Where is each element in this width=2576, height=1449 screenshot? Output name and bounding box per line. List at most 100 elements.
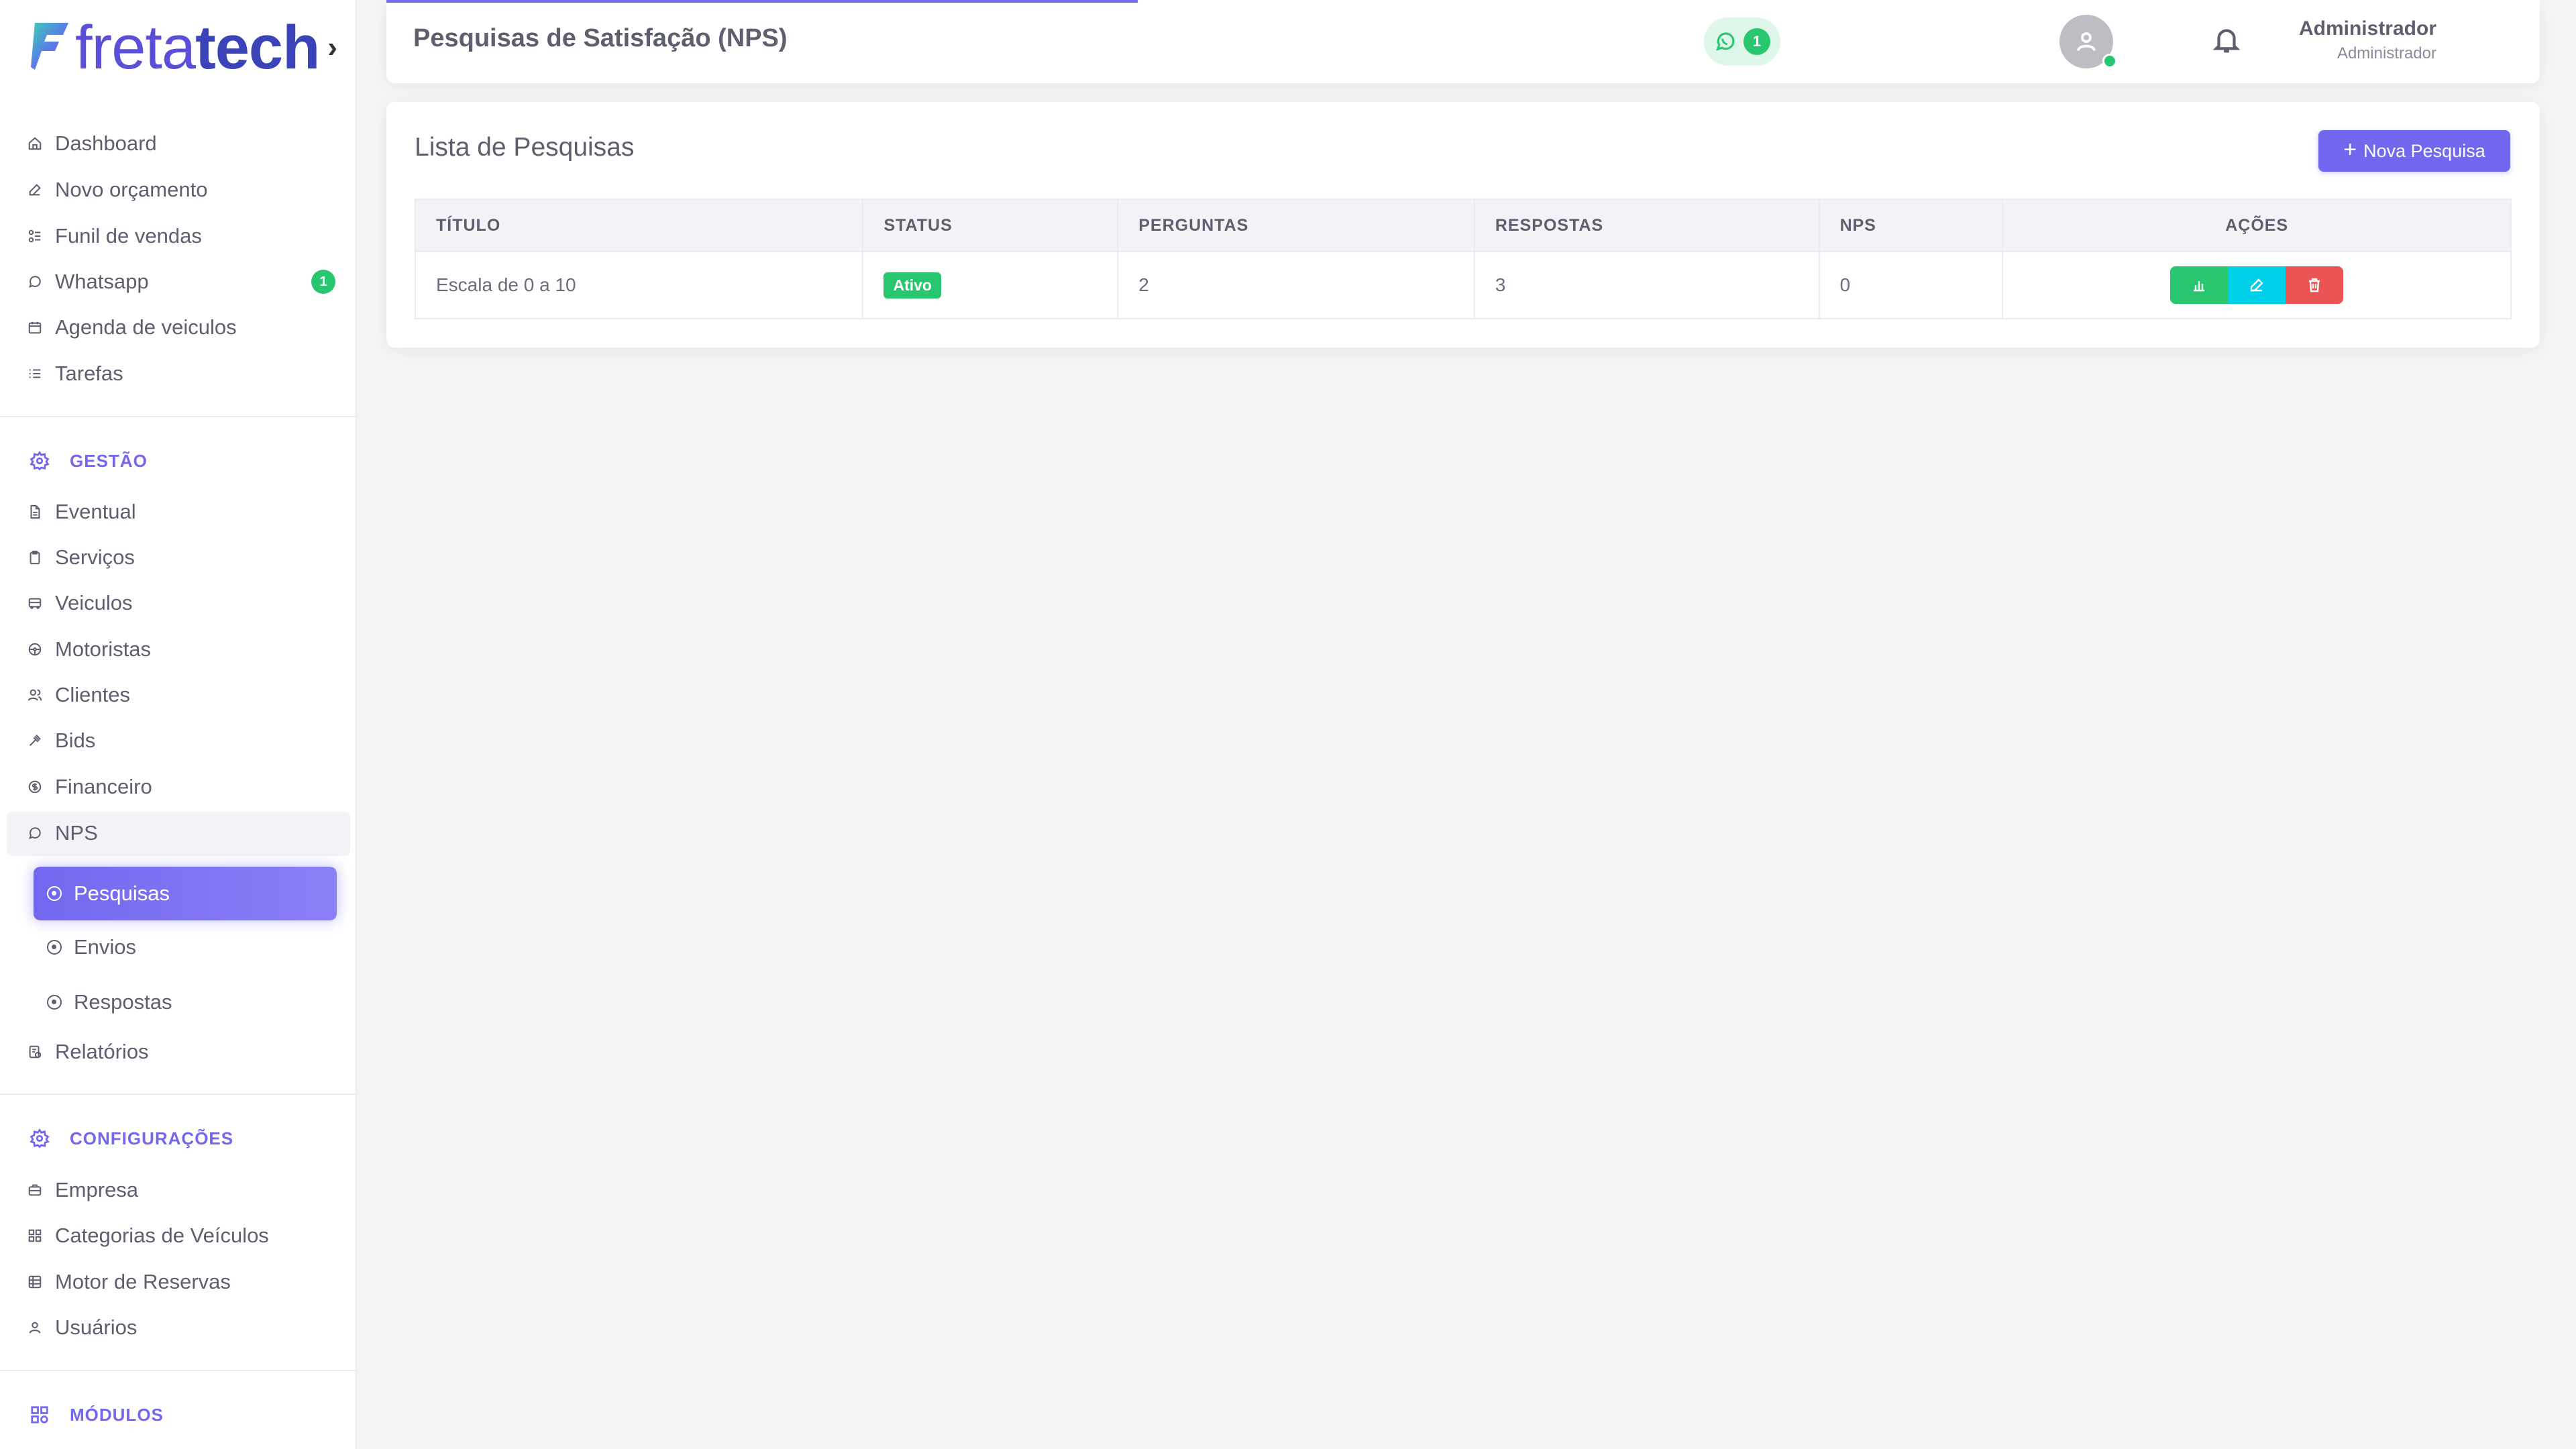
nav-label: Motoristas — [55, 637, 151, 661]
nav-item-bids[interactable]: Bids — [27, 720, 342, 761]
nav-item-dashboard[interactable]: Dashboard — [27, 123, 342, 164]
gear-icon — [30, 1128, 50, 1148]
sidebar-divider — [0, 1370, 357, 1371]
nav-item-eventual[interactable]: Eventual — [27, 492, 342, 532]
collapse-chevron-icon[interactable]: › — [327, 31, 337, 64]
nav-item-novo-orcamento[interactable]: Novo orçamento — [27, 170, 342, 210]
whatsapp-icon — [27, 274, 43, 290]
message-circle-icon — [27, 825, 43, 841]
dollar-icon — [27, 779, 43, 795]
nav-item-nps[interactable]: NPS — [27, 813, 342, 853]
nav-label: Financeiro — [55, 775, 152, 798]
nav-label: Dashboard — [55, 131, 157, 155]
table-icon — [27, 1274, 43, 1290]
sidebar-divider — [0, 416, 357, 417]
section-header-gestao: GESTÃO — [30, 444, 148, 478]
nav-item-motoristas[interactable]: Motoristas — [27, 629, 342, 669]
user-name[interactable]: Administrador — [2299, 17, 2436, 40]
nav-item-servicos[interactable]: Serviços — [27, 537, 342, 578]
circle-icon — [47, 886, 62, 901]
edit-button[interactable] — [2228, 266, 2286, 304]
nav-item-empresa[interactable]: Empresa — [27, 1170, 342, 1210]
notifications-button[interactable] — [2211, 24, 2245, 58]
delete-button[interactable] — [2286, 266, 2344, 304]
view-results-button[interactable] — [2170, 266, 2229, 304]
gear-icon — [30, 451, 50, 471]
whatsapp-icon — [1716, 32, 1735, 51]
logo-text-bold: tech — [195, 13, 320, 82]
nav-subitem-pesquisas[interactable]: Pesquisas — [34, 867, 337, 920]
nav-item-agenda-de-veiculos[interactable]: Agenda de veiculos — [27, 307, 342, 347]
table-row: Escala de 0 a 10 Ativo 2 3 0 — [414, 251, 2512, 319]
new-survey-button[interactable]: + Nova Pesquisa — [2318, 130, 2510, 172]
nav-item-clientes[interactable]: Clientes — [27, 675, 342, 715]
nav-item-motor-de-reservas[interactable]: Motor de Reservas — [27, 1262, 342, 1302]
nav-label: Motor de Reservas — [55, 1270, 231, 1293]
page-title: Pesquisas de Satisfação (NPS) — [413, 24, 788, 52]
section-header-label: GESTÃO — [70, 450, 148, 471]
whatsapp-notification-button[interactable]: 1 — [1704, 17, 1780, 66]
list-icon — [27, 366, 43, 382]
nav-label: Whatsapp — [55, 270, 149, 293]
file-icon — [27, 504, 43, 520]
cell-perguntas: 2 — [1117, 251, 1475, 319]
column-header-status[interactable]: STATUS — [862, 199, 1119, 252]
nav-item-usuarios[interactable]: Usuários — [27, 1307, 342, 1348]
nav-label: Funil de vendas — [55, 224, 202, 248]
nav-subitem-envios[interactable]: Envios — [34, 920, 337, 974]
nav-label: Veiculos — [55, 591, 133, 614]
cell-titulo: Escala de 0 a 10 — [414, 251, 864, 319]
user-icon — [2077, 32, 2096, 52]
gavel-icon — [27, 733, 43, 749]
section-header-modulos: MÓDULOS — [30, 1398, 164, 1432]
nav-item-funil-de-vendas[interactable]: Funil de vendas — [27, 216, 342, 256]
nav-item-relatorios[interactable]: Relatórios — [27, 1032, 342, 1072]
bus-icon — [27, 595, 43, 611]
plus-icon: + — [2343, 137, 2357, 162]
column-header-acoes: AÇÕES — [2002, 199, 2512, 252]
whatsapp-badge: 1 — [311, 270, 335, 294]
column-header-respostas[interactable]: RESPOSTAS — [1473, 199, 1820, 252]
nav-label: Novo orçamento — [55, 178, 208, 201]
nav-label: Usuários — [55, 1316, 138, 1339]
circle-icon — [47, 940, 62, 955]
surveys-card: Lista de Pesquisas + Nova Pesquisa TÍTUL… — [386, 102, 2540, 347]
nav-subitem-respostas[interactable]: Respostas — [34, 975, 337, 1029]
column-header-titulo[interactable]: TÍTULO — [414, 199, 864, 252]
briefcase-icon — [27, 1182, 43, 1198]
user-icon — [27, 1320, 43, 1336]
row-actions — [2170, 266, 2344, 304]
nav-label: Clientes — [55, 683, 130, 706]
nav-item-categorias-de-veiculos[interactable]: Categorias de Veículos — [27, 1216, 342, 1256]
home-icon — [27, 136, 43, 152]
column-header-perguntas[interactable]: PERGUNTAS — [1117, 199, 1475, 252]
circle-icon — [47, 995, 62, 1010]
sidebar-divider — [0, 1093, 357, 1095]
clipboard-icon — [27, 549, 43, 566]
bell-icon — [2212, 29, 2241, 53]
trash-icon — [2309, 278, 2320, 292]
top-navbar: Pesquisas de Satisfação (NPS) 1 Administ… — [386, 0, 2540, 83]
nav-label: Pesquisas — [74, 881, 170, 905]
calendar-icon — [27, 319, 43, 335]
logo-mark-icon — [31, 23, 68, 70]
whatsapp-count-badge: 1 — [1743, 28, 1770, 55]
nav-label: Serviços — [55, 545, 135, 569]
brand-logo[interactable]: fretatech › — [30, 17, 337, 78]
nav-item-tarefas[interactable]: Tarefas — [27, 354, 342, 394]
nav-item-whatsapp[interactable]: Whatsapp 1 — [27, 262, 342, 302]
nav-label: Respostas — [74, 990, 172, 1014]
nav-label: Bids — [55, 729, 96, 752]
nav-item-veiculos[interactable]: Veiculos — [27, 583, 342, 623]
column-header-nps[interactable]: NPS — [1818, 199, 2004, 252]
report-icon — [27, 1044, 43, 1060]
edit-icon — [27, 182, 43, 198]
card-title: Lista de Pesquisas — [415, 133, 635, 162]
nav-label: NPS — [55, 821, 98, 845]
loading-progress-bar — [386, 0, 1138, 3]
nav-item-financeiro[interactable]: Financeiro — [27, 767, 342, 807]
nav-label: Categorias de Veículos — [55, 1224, 269, 1247]
surveys-table: TÍTULO STATUS PERGUNTAS RESPOSTAS NPS AÇ… — [414, 199, 2512, 319]
modules-icon — [31, 1406, 48, 1424]
table-header-row: TÍTULO STATUS PERGUNTAS RESPOSTAS NPS AÇ… — [414, 199, 2512, 252]
